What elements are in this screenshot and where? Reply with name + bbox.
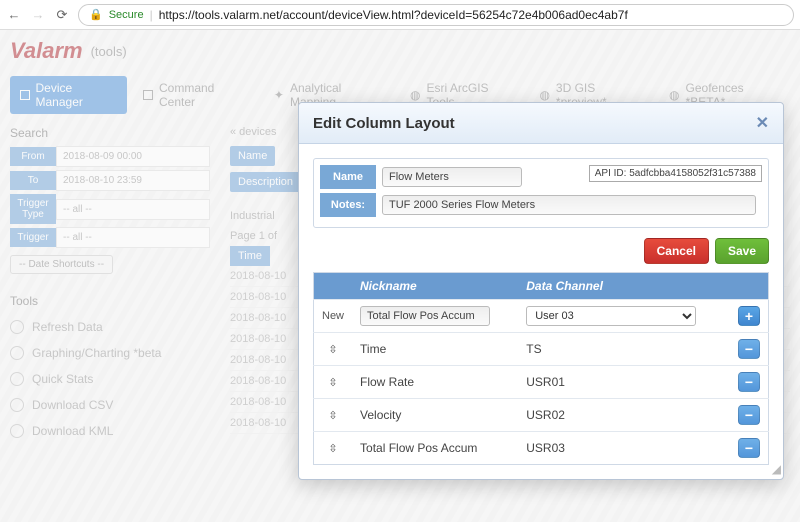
channel-cell: TS	[518, 333, 730, 366]
stats-icon	[10, 372, 24, 386]
to-label: To	[10, 171, 56, 190]
back-icon[interactable]: ←	[6, 7, 22, 22]
resize-handle-icon[interactable]: ◢	[769, 465, 781, 477]
notes-input[interactable]	[382, 195, 756, 215]
notes-label: Notes:	[320, 193, 376, 217]
drag-handle-icon[interactable]: ⇳	[314, 432, 353, 465]
new-label: New	[322, 310, 344, 322]
th-nickname: Nickname	[352, 273, 518, 300]
nav-command-center[interactable]: Command Center	[133, 76, 257, 114]
brand-logo: Valarm	[10, 38, 83, 64]
brand-bar: Valarm (tools)	[0, 30, 800, 72]
bg-industrial-label: Industrial	[230, 210, 275, 222]
device-info-box: API ID: 5adfcbba4158052f31c57388 Name No…	[313, 158, 769, 228]
devices-back-link[interactable]: « devices	[230, 126, 276, 138]
edit-column-layout-modal: Edit Column Layout ✕ API ID: 5adfcbba415…	[298, 102, 784, 480]
tool-quick-stats[interactable]: Quick Stats	[10, 366, 210, 392]
column-layout-table: Nickname Data Channel New User 03 +	[313, 272, 769, 465]
sidebar: Search From2018-08-09 00:00 To2018-08-10…	[10, 126, 210, 444]
save-button[interactable]: Save	[715, 238, 769, 264]
download-icon	[10, 398, 24, 412]
nickname-cell: Velocity	[352, 399, 518, 432]
tool-download-csv[interactable]: Download CSV	[10, 392, 210, 418]
modal-button-row: Cancel Save	[313, 238, 769, 264]
secure-label: Secure	[109, 9, 144, 21]
address-bar[interactable]: 🔒 Secure | https://tools.valarm.net/acco…	[78, 4, 794, 26]
trigger-type-label: Trigger Type	[10, 194, 56, 224]
refresh-icon	[10, 320, 24, 334]
drag-handle-icon[interactable]: ⇳	[314, 333, 353, 366]
nickname-cell: Flow Rate	[352, 366, 518, 399]
url-text: https://tools.valarm.net/account/deviceV…	[159, 8, 628, 22]
bg-time-header: Time	[230, 246, 270, 266]
bg-desc-label: Description	[230, 172, 301, 192]
th-channel: Data Channel	[518, 273, 730, 300]
th-handle	[314, 273, 353, 300]
forward-icon[interactable]: →	[30, 7, 46, 22]
date-shortcuts-button[interactable]: -- Date Shortcuts --	[10, 255, 113, 274]
monitor-icon	[143, 90, 153, 100]
new-row: New User 03 +	[314, 300, 769, 333]
column-row: ⇳ Total Flow Pos Accum USR03 −	[314, 432, 769, 465]
new-channel-select[interactable]: User 03	[526, 306, 696, 326]
nickname-cell: Time	[352, 333, 518, 366]
from-value[interactable]: 2018-08-09 00:00	[56, 146, 210, 167]
remove-column-button[interactable]: −	[738, 438, 760, 458]
target-icon: ✦	[274, 88, 284, 102]
globe-icon: ◍	[539, 88, 549, 102]
brand-context: (tools)	[91, 44, 127, 59]
tool-graphing[interactable]: Graphing/Charting *beta	[10, 340, 210, 366]
browser-chrome: ← → ⟳ 🔒 Secure | https://tools.valarm.ne…	[0, 0, 800, 30]
remove-column-button[interactable]: −	[738, 405, 760, 425]
bg-name-label: Name	[230, 146, 275, 166]
api-id-badge: API ID: 5adfcbba4158052f31c57388	[589, 165, 762, 182]
search-heading: Search	[10, 126, 210, 140]
cancel-button[interactable]: Cancel	[644, 238, 709, 264]
new-nickname-input[interactable]	[360, 306, 490, 326]
column-row: ⇳ Time TS −	[314, 333, 769, 366]
globe-icon: ◍	[669, 88, 679, 102]
add-column-button[interactable]: +	[738, 306, 760, 326]
trigger-type-value[interactable]: -- all --	[56, 199, 210, 220]
from-label: From	[10, 147, 56, 166]
channel-cell: USR01	[518, 366, 730, 399]
tools-heading: Tools	[10, 294, 210, 308]
trigger-label: Trigger	[10, 228, 56, 247]
close-icon[interactable]: ✕	[756, 113, 769, 133]
globe-icon: ◍	[410, 88, 420, 102]
channel-cell: USR02	[518, 399, 730, 432]
device-icon	[20, 90, 30, 100]
th-action	[730, 273, 769, 300]
drag-handle-icon[interactable]: ⇳	[314, 366, 353, 399]
tool-download-kml[interactable]: Download KML	[10, 418, 210, 444]
reload-icon[interactable]: ⟳	[54, 7, 70, 23]
remove-column-button[interactable]: −	[738, 372, 760, 392]
to-value[interactable]: 2018-08-10 23:59	[56, 170, 210, 191]
trigger-value[interactable]: -- all --	[56, 227, 210, 248]
column-row: ⇳ Flow Rate USR01 −	[314, 366, 769, 399]
column-row: ⇳ Velocity USR02 −	[314, 399, 769, 432]
name-label: Name	[320, 165, 376, 189]
name-input[interactable]	[382, 167, 522, 187]
chart-icon	[10, 346, 24, 360]
download-icon	[10, 424, 24, 438]
channel-cell: USR03	[518, 432, 730, 465]
modal-title: Edit Column Layout	[313, 115, 455, 132]
drag-handle-icon[interactable]: ⇳	[314, 399, 353, 432]
nickname-cell: Total Flow Pos Accum	[352, 432, 518, 465]
lock-icon: 🔒	[89, 8, 103, 21]
nav-device-manager[interactable]: Device Manager	[10, 76, 127, 114]
modal-header: Edit Column Layout ✕	[299, 103, 783, 144]
tool-refresh[interactable]: Refresh Data	[10, 314, 210, 340]
remove-column-button[interactable]: −	[738, 339, 760, 359]
